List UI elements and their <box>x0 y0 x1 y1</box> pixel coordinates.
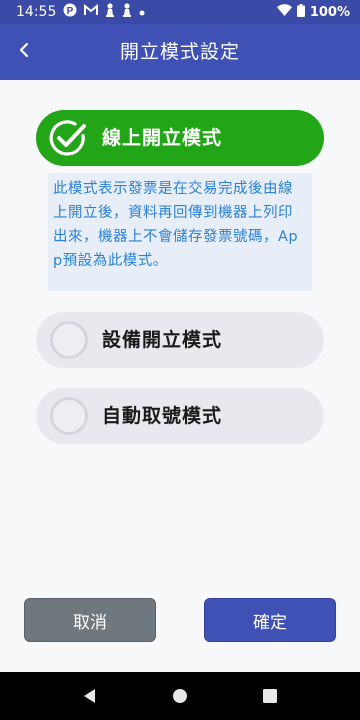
dot-icon <box>139 5 145 20</box>
pawn-icon <box>105 3 115 21</box>
wifi-icon <box>276 4 292 20</box>
gmail-icon <box>84 3 99 20</box>
confirm-button[interactable]: 確定 <box>204 598 336 642</box>
svg-text:P: P <box>67 6 74 17</box>
option-label: 線上開立模式 <box>102 127 223 149</box>
p-notification-icon: P <box>63 3 77 21</box>
radio-unchecked-icon <box>50 321 88 359</box>
back-button[interactable] <box>2 30 46 74</box>
recents-square-icon[interactable] <box>260 686 280 706</box>
battery-icon <box>296 3 305 21</box>
page-title: 開立模式設定 <box>119 41 240 63</box>
option-label: 設備開立模式 <box>102 329 223 351</box>
home-circle-icon[interactable] <box>170 686 190 706</box>
battery-level: 100% <box>309 4 350 20</box>
chevron-left-icon <box>18 42 30 62</box>
app-bar: 開立模式設定 <box>0 24 360 80</box>
radio-unchecked-icon <box>50 397 88 435</box>
option-auto-number-mode[interactable]: 自動取號模式 <box>36 388 324 444</box>
pawn-icon <box>122 3 132 21</box>
cancel-button[interactable]: 取消 <box>24 598 156 642</box>
status-time: 14:55 <box>16 4 57 20</box>
option-label: 自動取號模式 <box>102 405 223 427</box>
check-circle-icon <box>48 118 88 158</box>
system-nav-bar <box>0 672 360 720</box>
status-bar: 14:55 P 100% <box>0 0 360 24</box>
mode-description: 此模式表示發票是在交易完成後由線上開立後，資料再回傳到機器上列印出來，機器上不會… <box>48 173 312 291</box>
back-triangle-icon[interactable] <box>80 686 100 706</box>
option-device-mode[interactable]: 設備開立模式 <box>36 312 324 368</box>
option-online-mode[interactable]: 線上開立模式 <box>36 110 324 166</box>
